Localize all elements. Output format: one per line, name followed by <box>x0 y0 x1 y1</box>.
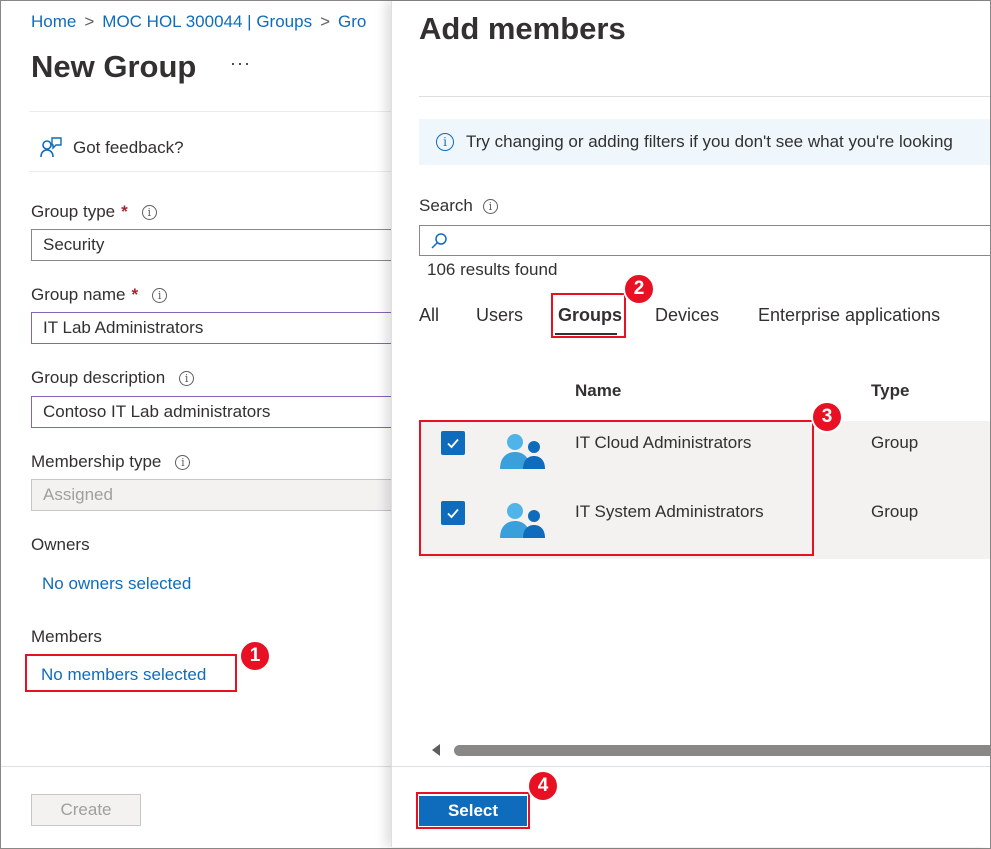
callout-badge: 4 <box>527 770 559 802</box>
info-icon: i <box>436 133 454 151</box>
row-type: Group <box>871 502 919 521</box>
search-label: Search i <box>419 196 498 216</box>
required-marker: * <box>131 285 139 304</box>
tab-devices[interactable]: Devices <box>655 305 719 326</box>
callout-badge: 3 <box>811 401 843 433</box>
membership-type-dropdown: Assigned <box>31 479 391 511</box>
group-description-label-text: Group description <box>31 368 166 387</box>
search-icon <box>431 233 447 249</box>
breadcrumb-groups[interactable]: MOC HOL 300044 | Groups <box>102 12 312 31</box>
tab-all[interactable]: All <box>419 305 439 326</box>
group-name-label: Group name * i <box>31 285 168 305</box>
scroll-left-arrow[interactable] <box>432 744 440 756</box>
group-description-input[interactable]: Contoso IT Lab administrators <box>31 396 391 428</box>
group-name-label-text: Group name <box>31 285 126 304</box>
tab-users[interactable]: Users <box>476 305 523 326</box>
breadcrumb-separator: > <box>320 12 331 31</box>
divider <box>29 111 391 112</box>
callout-badge: 1 <box>239 640 271 672</box>
breadcrumb: Home > MOC HOL 300044 | Groups > Gro <box>31 12 366 32</box>
feedback-label: Got feedback? <box>73 138 184 157</box>
callout-highlight <box>551 293 626 338</box>
divider <box>29 171 391 172</box>
divider <box>419 96 990 97</box>
info-icon[interactable]: i <box>482 198 498 214</box>
column-header-name[interactable]: Name <box>575 381 621 401</box>
select-button[interactable]: Select <box>419 796 527 826</box>
create-button[interactable]: Create <box>31 794 141 826</box>
members-link[interactable]: No members selected <box>41 665 206 685</box>
horizontal-scrollbar[interactable] <box>454 745 990 756</box>
tab-enterprise-applications[interactable]: Enterprise applications <box>758 305 940 326</box>
owners-label: Owners <box>31 535 90 554</box>
add-members-panel: Add members i Try changing or adding fil… <box>391 1 990 847</box>
info-icon[interactable]: i <box>141 204 157 220</box>
required-marker: * <box>121 202 128 221</box>
info-icon[interactable]: i <box>175 454 191 470</box>
group-type-dropdown[interactable]: Security <box>31 229 391 261</box>
panel-title: Add members <box>419 11 626 46</box>
group-type-label: Group type * i <box>31 202 157 222</box>
results-count: 106 results found <box>427 260 558 279</box>
info-banner: i Try changing or adding filters if you … <box>419 119 990 165</box>
callout-highlight <box>419 420 814 556</box>
column-header-type[interactable]: Type <box>871 381 909 401</box>
divider <box>1 766 391 767</box>
callout-badge: 2 <box>623 273 655 305</box>
breadcrumb-current[interactable]: Gro <box>338 12 366 31</box>
more-options-button[interactable]: ··· <box>230 53 251 74</box>
group-description-label: Group description i <box>31 368 195 388</box>
group-name-input[interactable]: IT Lab Administrators <box>31 312 391 344</box>
membership-type-label: Membership type i <box>31 452 191 472</box>
row-type: Group <box>871 433 919 452</box>
divider <box>392 766 990 767</box>
info-icon[interactable]: i <box>152 287 168 303</box>
info-icon[interactable]: i <box>179 370 195 386</box>
search-input[interactable] <box>419 225 990 256</box>
membership-type-label-text: Membership type <box>31 452 162 471</box>
search-label-text: Search <box>419 196 473 215</box>
feedback-icon <box>40 137 62 158</box>
breadcrumb-home[interactable]: Home <box>31 12 76 31</box>
new-group-panel: Home > MOC HOL 300044 | Groups > Gro New Gro… <box>1 1 391 847</box>
feedback-link[interactable]: Got feedback? <box>39 136 184 160</box>
group-type-label-text: Group type <box>31 202 116 221</box>
owners-link[interactable]: No owners selected <box>42 574 191 594</box>
page-title: New Group <box>31 49 197 84</box>
members-label: Members <box>31 627 102 646</box>
info-banner-text: Try changing or adding filters if you do… <box>466 132 953 151</box>
breadcrumb-separator: > <box>84 12 95 31</box>
